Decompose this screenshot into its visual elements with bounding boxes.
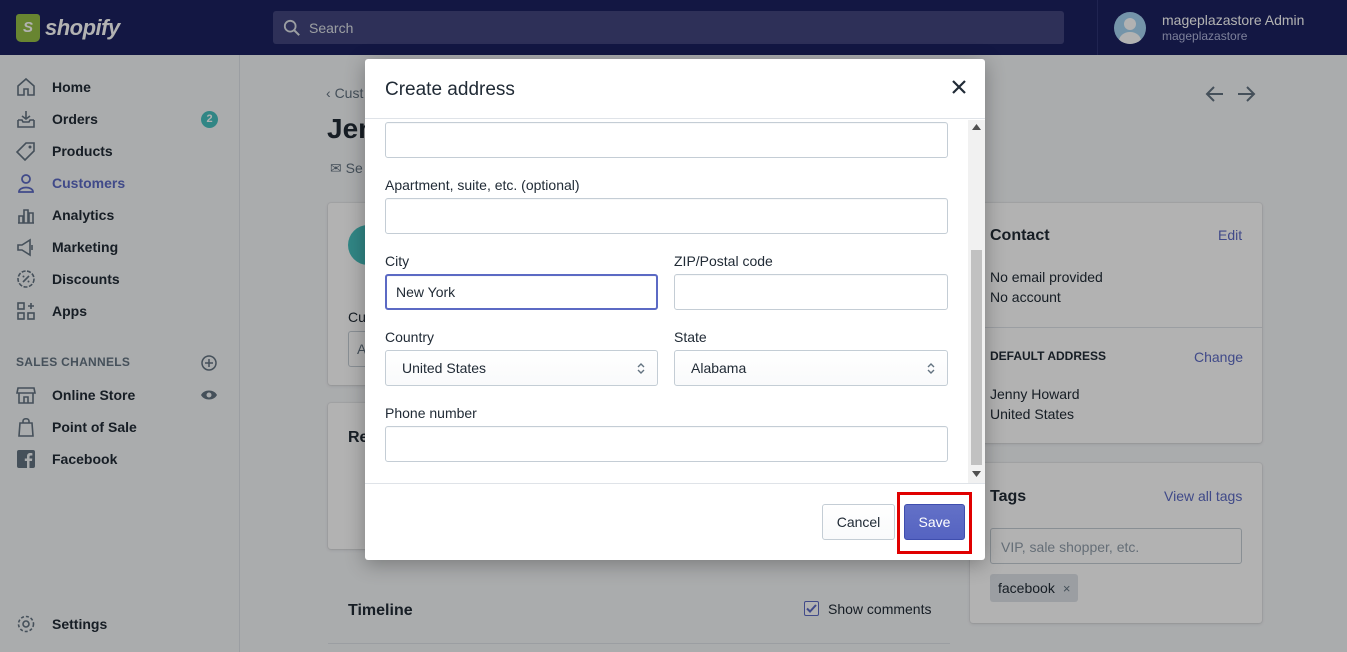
state-label: State (674, 329, 707, 345)
phone-label: Phone number (385, 405, 477, 421)
zip-input[interactable] (675, 275, 947, 309)
apartment-field[interactable] (385, 198, 948, 234)
select-arrows-icon (927, 363, 935, 374)
close-icon[interactable] (948, 76, 970, 98)
modal-body: Apartment, suite, etc. (optional) City Z… (365, 120, 985, 483)
zip-label: ZIP/Postal code (674, 253, 773, 269)
address-input[interactable] (386, 123, 947, 157)
modal-title: Create address (385, 79, 515, 100)
modal-header: Create address (365, 59, 985, 119)
country-value: United States (402, 360, 487, 376)
create-address-modal: Create address Apartment, suite, etc. (o… (365, 59, 985, 560)
modal-footer: Cancel Save (365, 483, 985, 560)
select-arrows-icon (637, 363, 645, 374)
state-select[interactable]: Alabama (674, 350, 948, 386)
country-label: Country (385, 329, 435, 345)
phone-input[interactable] (386, 427, 947, 461)
scrollbar[interactable] (968, 120, 985, 483)
scrollbar-thumb[interactable] (971, 250, 982, 465)
cancel-button[interactable]: Cancel (822, 504, 895, 540)
save-highlight-box (897, 492, 972, 554)
city-input[interactable] (387, 276, 656, 308)
phone-field[interactable] (385, 426, 948, 462)
apartment-label: Apartment, suite, etc. (optional) (385, 177, 580, 193)
apartment-input[interactable] (386, 199, 947, 233)
city-label: City (385, 253, 410, 269)
country-select[interactable]: United States (385, 350, 658, 386)
zip-field[interactable] (674, 274, 948, 310)
city-field[interactable] (385, 274, 658, 310)
scroll-up-icon[interactable] (972, 124, 981, 130)
scroll-down-icon[interactable] (972, 471, 981, 477)
state-value: Alabama (691, 360, 747, 376)
address-field[interactable] (385, 122, 948, 158)
